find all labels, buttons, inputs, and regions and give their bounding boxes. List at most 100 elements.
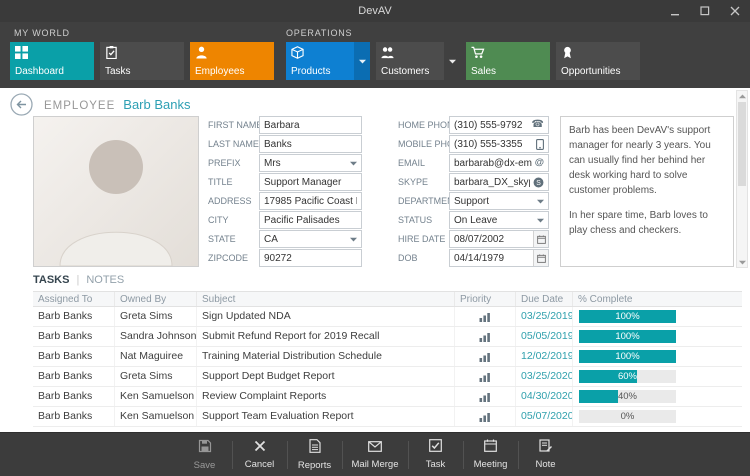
table-row[interactable]: Barb Banks Sandra Johnson Submit Refund …	[33, 327, 742, 347]
products-dropdown-button[interactable]	[354, 42, 370, 80]
department-input[interactable]	[454, 193, 535, 209]
cell-assigned-to: Barb Banks	[33, 307, 115, 326]
tab-separator: |	[76, 274, 79, 286]
progress-bar: 100%	[579, 330, 676, 343]
tile-label: Sales	[471, 66, 496, 77]
prefix-input[interactable]	[264, 155, 348, 171]
city-field[interactable]	[259, 211, 362, 229]
table-row[interactable]: Barb Banks Greta Sims Support Dept Budge…	[33, 367, 742, 387]
status-field[interactable]	[449, 211, 549, 229]
hire-date-input[interactable]	[454, 231, 530, 247]
minimize-button[interactable]	[660, 0, 690, 22]
field-label-email: EMAIL	[398, 154, 425, 172]
column-header-owned-by[interactable]: Owned By	[115, 292, 197, 306]
table-row[interactable]: Barb Banks Ken Samuelson Support Team Ev…	[33, 407, 742, 427]
hire-date-picker-button[interactable]	[533, 231, 548, 247]
first-name-field[interactable]	[259, 116, 362, 134]
task-button[interactable]: Task	[409, 433, 463, 476]
cell-subject: Support Dept Budget Report	[197, 367, 455, 386]
last-name-field[interactable]	[259, 135, 362, 153]
zipcode-input[interactable]	[264, 250, 357, 266]
email-input[interactable]	[454, 155, 532, 171]
field-label-last-name: LAST NAME	[208, 135, 259, 153]
table-header: Assigned To Owned By Subject Priority Du…	[33, 291, 742, 307]
cell-owned-by: Ken Samuelson	[115, 387, 197, 406]
scroll-up-icon[interactable]	[737, 91, 747, 101]
tab-tasks[interactable]: TASKS	[33, 274, 69, 286]
status-input[interactable]	[454, 212, 535, 228]
dob-input[interactable]	[454, 250, 530, 266]
column-header-subject[interactable]: Subject	[197, 292, 455, 306]
table-row[interactable]: Barb Banks Ken Samuelson Review Complain…	[33, 387, 742, 407]
save-button[interactable]: Save	[178, 433, 232, 476]
maximize-button[interactable]	[690, 0, 720, 22]
note-button[interactable]: Note	[519, 433, 573, 476]
vertical-scrollbar[interactable]	[736, 90, 748, 268]
table-row[interactable]: Barb Banks Nat Maguiree Training Materia…	[33, 347, 742, 367]
field-label-state: STATE	[208, 230, 236, 248]
tile-tasks[interactable]: Tasks	[100, 42, 184, 80]
employee-photo	[33, 116, 199, 267]
mail-merge-button[interactable]: Mail Merge	[343, 433, 408, 476]
state-input[interactable]	[264, 231, 348, 247]
hire-date-field[interactable]	[449, 230, 549, 248]
chevron-down-icon[interactable]	[350, 237, 357, 242]
column-header-assigned-to[interactable]: Assigned To	[33, 292, 115, 306]
first-name-input[interactable]	[264, 117, 357, 133]
save-icon	[198, 439, 212, 458]
tile-sales[interactable]: Sales	[466, 42, 550, 80]
cancel-button[interactable]: Cancel	[233, 433, 287, 476]
customers-dropdown-button[interactable]	[444, 42, 460, 80]
title-field[interactable]	[259, 173, 362, 191]
home-phone-field[interactable]: ☎	[449, 116, 549, 134]
chevron-down-icon	[359, 59, 366, 64]
column-header-priority[interactable]: Priority	[455, 292, 516, 306]
cell-assigned-to: Barb Banks	[33, 387, 115, 406]
tile-label: Tasks	[105, 66, 131, 77]
close-button[interactable]	[720, 0, 750, 22]
table-row[interactable]: Barb Banks Greta Sims Sign Updated NDA 0…	[33, 307, 742, 327]
ribbon: MY WORLD OPERATIONS Dashboard Tasks Empl…	[0, 22, 750, 88]
cell-percent-complete: 100%	[573, 307, 742, 326]
dob-picker-button[interactable]	[533, 250, 548, 266]
email-field[interactable]: @	[449, 154, 549, 172]
tile-employees[interactable]: Employees	[190, 42, 274, 80]
mobile-phone-input[interactable]	[454, 136, 533, 152]
state-field[interactable]	[259, 230, 362, 248]
cell-due-date: 03/25/2019	[516, 307, 573, 326]
tile-label: Customers	[381, 66, 429, 77]
reports-icon	[309, 439, 321, 458]
address-input[interactable]	[264, 193, 357, 209]
skype-field[interactable]: S	[449, 173, 549, 191]
scroll-down-icon[interactable]	[737, 257, 747, 267]
zipcode-field[interactable]	[259, 249, 362, 267]
address-field[interactable]	[259, 192, 362, 210]
chevron-down-icon[interactable]	[350, 161, 357, 166]
priority-bars-icon	[455, 387, 516, 406]
last-name-input[interactable]	[264, 136, 357, 152]
tile-customers[interactable]: Customers	[376, 42, 460, 80]
meeting-button[interactable]: Meeting	[464, 433, 518, 476]
city-input[interactable]	[264, 212, 357, 228]
column-header-percent-complete[interactable]: % Complete	[573, 292, 742, 306]
prefix-field[interactable]	[259, 154, 362, 172]
employee-notes-panel[interactable]: Barb has been DevAV's support manager fo…	[560, 116, 734, 267]
reports-button[interactable]: Reports	[288, 433, 342, 476]
mobile-phone-field[interactable]	[449, 135, 549, 153]
cell-assigned-to: Barb Banks	[33, 367, 115, 386]
notes-paragraph: Barb has been DevAV's support manager fo…	[569, 123, 725, 198]
chevron-down-icon[interactable]	[537, 218, 544, 223]
tile-opportunities[interactable]: Opportunities	[556, 42, 640, 80]
back-button[interactable]	[10, 93, 33, 116]
title-input[interactable]	[264, 174, 357, 190]
tile-products[interactable]: Products	[286, 42, 370, 80]
tile-dashboard[interactable]: Dashboard	[10, 42, 94, 80]
home-phone-input[interactable]	[454, 117, 529, 133]
dob-field[interactable]	[449, 249, 549, 267]
department-field[interactable]	[449, 192, 549, 210]
scrollbar-thumb[interactable]	[738, 102, 746, 186]
skype-input[interactable]	[454, 174, 530, 190]
chevron-down-icon[interactable]	[537, 199, 544, 204]
tab-notes[interactable]: NOTES	[86, 274, 124, 286]
column-header-due-date[interactable]: Due Date	[516, 292, 573, 306]
